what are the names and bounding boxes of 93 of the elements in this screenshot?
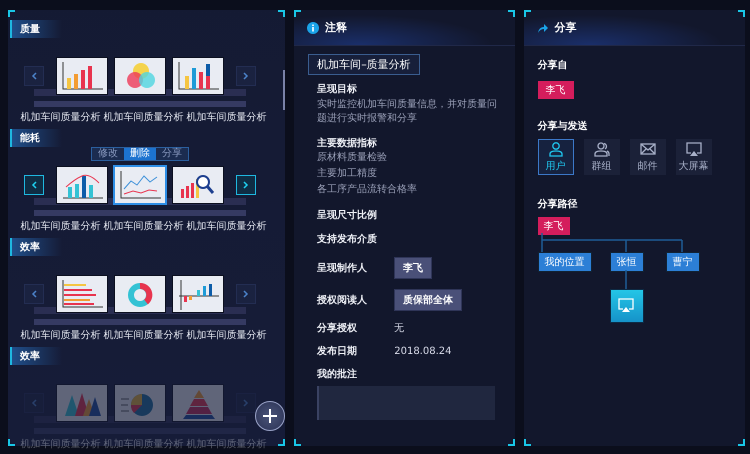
corner-mark [294, 10, 302, 17]
plus-icon [263, 409, 277, 423]
value-tag[interactable]: 质保部全体 [394, 289, 462, 311]
section-label: 分享自 [538, 58, 569, 72]
corner-mark [294, 439, 302, 446]
screen-icon [618, 297, 636, 315]
field-label: 呈现尺寸比例 [317, 209, 378, 222]
field-value: 无 [394, 322, 404, 335]
field-label: 主要数据指标 [317, 137, 378, 150]
info-icon [307, 22, 320, 34]
chevron-right-icon [243, 290, 249, 298]
corner-mark [524, 439, 531, 446]
thumbnail-caption: 机加车间质量分析 [20, 438, 101, 451]
chart-thumbnail[interactable] [114, 166, 166, 204]
connector-line [624, 270, 627, 289]
note-heading: 机加车间–质量分析 [308, 54, 420, 75]
field-label: 发布日期 [317, 345, 358, 358]
next-button[interactable] [236, 66, 256, 86]
section-label: 分享路径 [538, 197, 579, 211]
list-item: 原材料质量检验 [317, 150, 388, 165]
menu-item[interactable]: 删除 [124, 148, 156, 160]
menu-item[interactable]: 修改 [92, 148, 124, 160]
corner-mark [508, 439, 515, 446]
thumbnail-caption: 机加车间质量分析 [186, 438, 267, 451]
section-label: 效率 [10, 347, 62, 365]
field-label: 授权阅读人 [317, 294, 368, 306]
panel-title: 注释 [325, 20, 348, 35]
users-icon [594, 141, 610, 157]
send-option[interactable]: 邮件 [630, 139, 666, 175]
thumbnail-caption: 机加车间质量分析 [186, 110, 267, 124]
field-label: 我的批注 [317, 368, 358, 381]
send-option[interactable]: 用户 [538, 139, 574, 175]
chevron-left-icon [31, 399, 37, 407]
add-button[interactable] [255, 401, 285, 431]
mail-icon [640, 141, 656, 157]
user-tag[interactable]: 李飞 [538, 81, 574, 99]
share-arrow-icon [536, 22, 549, 34]
section-label: 分享与发送 [538, 119, 589, 133]
chart-thumbnail[interactable] [56, 275, 108, 313]
thumbnail-caption: 机加车间质量分析 [186, 328, 267, 342]
field-label: 支持发布介质 [317, 233, 378, 246]
corner-mark [738, 439, 746, 446]
corner-mark [8, 439, 15, 446]
next-button[interactable] [236, 284, 256, 304]
user-tag[interactable]: 曹宁 [666, 252, 700, 272]
chart-thumbnail[interactable] [172, 57, 224, 95]
field-label: 呈现目标 [317, 83, 358, 96]
thumbnail-caption: 机加车间质量分析 [104, 110, 184, 124]
section-label: 能耗 [10, 129, 62, 147]
section-label: 效率 [10, 238, 62, 256]
field-value: 2018.08.24 [394, 346, 452, 357]
chart-thumbnail[interactable] [114, 275, 166, 313]
thumbnail-caption: 机加车间质量分析 [104, 328, 184, 342]
corner-mark [278, 439, 286, 446]
chart-thumbnail[interactable] [114, 57, 166, 95]
chart-thumbnail[interactable] [172, 275, 224, 313]
field-label: 呈现制作人 [317, 262, 368, 274]
menu-item[interactable]: 分享 [156, 148, 188, 160]
comment-field[interactable] [317, 386, 496, 420]
field-description: 实时监控机加车间质量信息，并对质量问题进行实时报警和分享 [317, 98, 498, 126]
field-label: 分享授权 [317, 322, 358, 334]
value-tag[interactable]: 李飞 [394, 257, 432, 279]
chart-thumbnail[interactable] [56, 57, 108, 95]
thumbnail-caption: 机加车间质量分析 [20, 328, 101, 342]
screen-icon [686, 141, 702, 157]
user-icon [548, 141, 564, 157]
chart-thumbnail[interactable] [172, 166, 224, 204]
panel-title: 分享 [554, 20, 577, 35]
corner-mark [278, 10, 286, 17]
next-button[interactable] [236, 175, 256, 195]
thumbnail-caption: 机加车间质量分析 [104, 438, 184, 451]
section-label: 质量 [10, 20, 62, 38]
chart-thumbnail[interactable] [56, 166, 108, 204]
chevron-right-icon [243, 181, 249, 189]
thumbnail-caption: 机加车间质量分析 [20, 110, 101, 124]
scrollbar[interactable] [283, 70, 286, 110]
chevron-right-icon [243, 399, 249, 407]
chevron-right-icon [243, 72, 249, 80]
corner-mark [738, 10, 746, 17]
thumbnail-caption: 机加车间质量分析 [104, 220, 184, 233]
thumbnail-caption: 机加车间质量分析 [20, 220, 101, 233]
user-tag[interactable]: 李飞 [538, 217, 570, 235]
corner-mark [524, 10, 531, 17]
user-tag[interactable]: 张恒 [610, 252, 644, 272]
send-option[interactable]: 大屏幕 [676, 139, 712, 175]
corner-mark [508, 10, 515, 17]
send-option[interactable]: 群组 [584, 139, 620, 175]
corner-mark [8, 10, 15, 17]
list-item: 各工序产品流转合格率 [317, 182, 418, 197]
thumbnail-caption: 机加车间质量分析 [186, 220, 267, 233]
screen-node[interactable] [610, 289, 644, 323]
user-tag[interactable]: 我的位置 [538, 252, 592, 272]
list-item: 主要加工精度 [317, 166, 378, 181]
